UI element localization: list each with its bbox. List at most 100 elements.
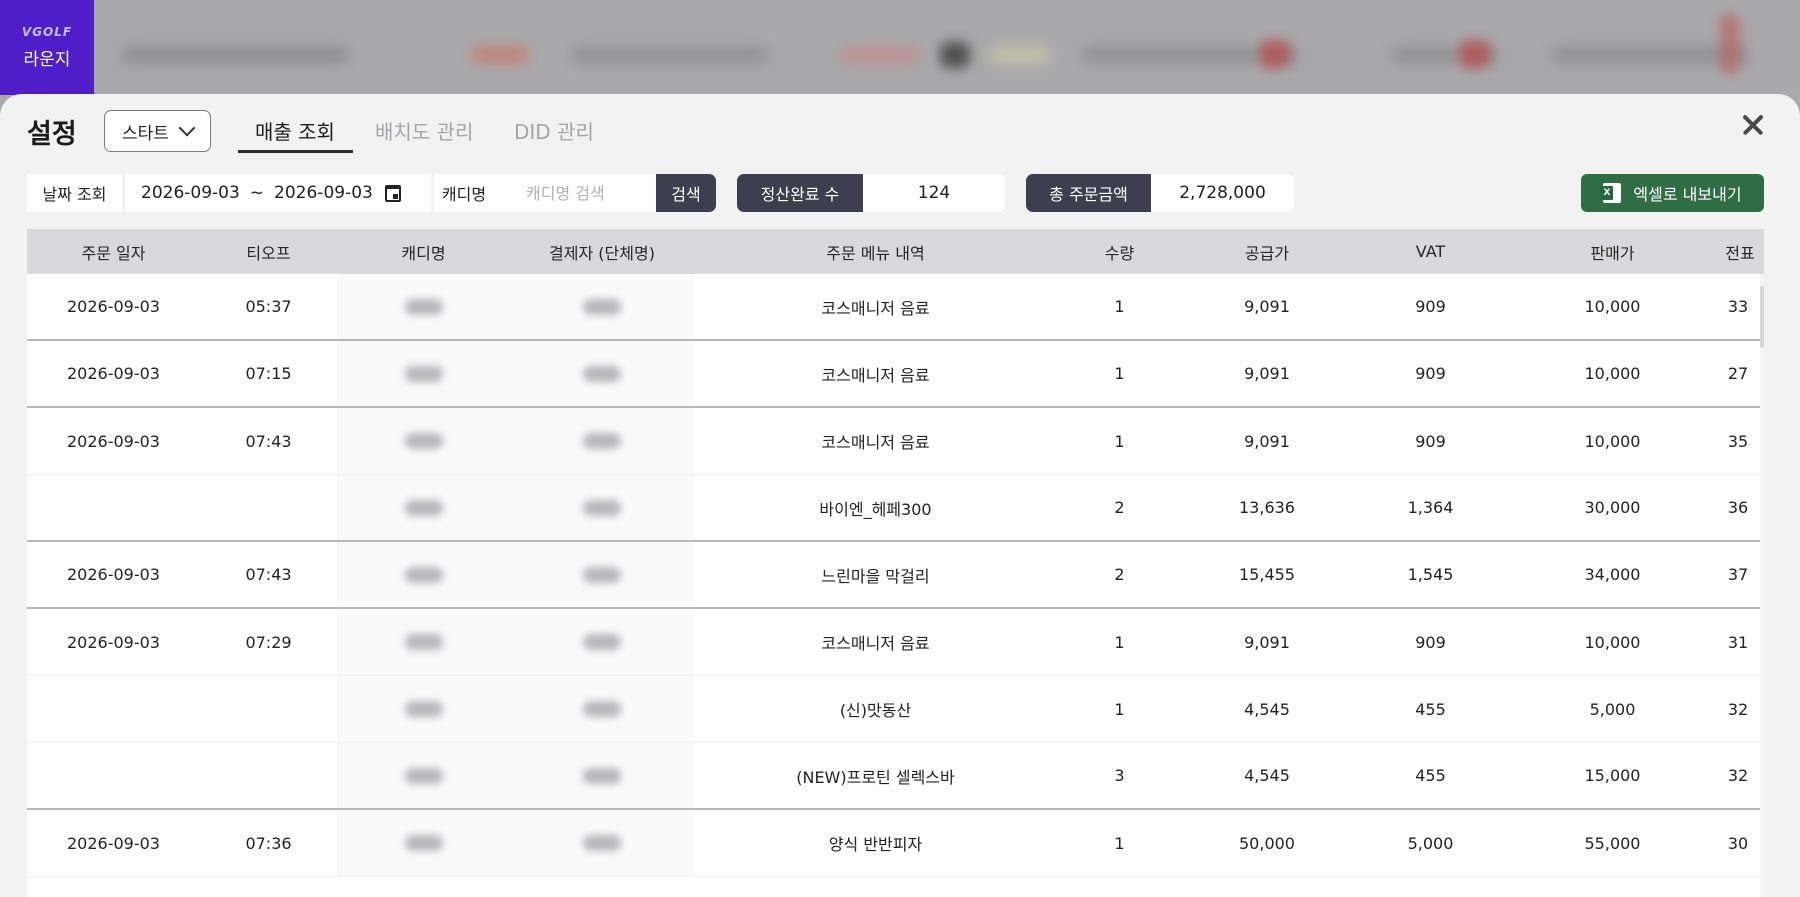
cell-payer [510, 274, 694, 339]
cell-payer [510, 341, 694, 406]
tab-layout[interactable]: 배치도 관리 [375, 116, 473, 145]
active-tab-indicator [238, 150, 353, 153]
cell-qty: 1 [1114, 364, 1125, 383]
scrollbar-thumb[interactable] [1760, 286, 1764, 348]
cell-slip: 33 [1727, 297, 1749, 316]
cell-menu: 바이엔_헤페300 [819, 499, 932, 519]
cell-supply: 4,545 [1244, 766, 1290, 785]
search-button[interactable]: 검색 [656, 174, 716, 212]
brand-name: 라운지 [23, 50, 71, 70]
table-row[interactable]: 2026-09-03 07:15 코스매니저 음료 1 9,091 909 10,000 27 [27, 341, 1760, 408]
cell-qty: 1 [1114, 431, 1125, 451]
cell-slip: 27 [1727, 364, 1749, 383]
cell-order-date [27, 475, 200, 540]
calendar-icon[interactable] [384, 184, 401, 202]
col-teeoff[interactable]: 티오프 [200, 240, 337, 264]
cell-caddie [337, 810, 510, 876]
table-row[interactable]: 2026-09-03 07:43 코스매니저 음료 1 9,091 909 10,000 35 [27, 408, 1760, 475]
date-from: 2026-09-03 [141, 183, 240, 203]
close-icon[interactable] [1738, 110, 1768, 140]
cell-vat: 1,364 [1407, 498, 1454, 517]
redacted-name [583, 634, 621, 650]
settings-modal: 설정 스타트 매출 조회 배치도 관리 DID 관리 날짜 조회 2026-09… [0, 94, 1800, 897]
cell-slip: 37 [1727, 565, 1749, 584]
cell-menu: 코스매니저 음료 [821, 634, 930, 653]
cell-caddie [337, 676, 510, 742]
table-row[interactable]: 2026-09-03 07:43 느린마을 막걸리 2 15,455 1,545 34,00… [27, 542, 1760, 609]
cell-price: 10,000 [1584, 632, 1641, 652]
table-body: 2026-09-03 05:37 코스매니저 음료 1 9,091 909 10,000 33… [27, 274, 1760, 877]
table-scrollbar[interactable] [1760, 274, 1764, 897]
cell-price: 10,000 [1584, 364, 1641, 383]
store-select[interactable]: 스타트 [104, 110, 211, 152]
cell-teeoff [200, 743, 337, 808]
cell-order-date: 2026-09-03 [67, 431, 160, 451]
brand-logo: VGOLF [21, 25, 73, 39]
filter-bar: 날짜 조회 2026-09-03 ~ 2026-09-03 캐디명 검색 정산완… [0, 174, 1800, 214]
total-amount-value: 2,728,000 [1151, 174, 1294, 212]
redacted-name [404, 835, 443, 851]
cell-payer [510, 475, 694, 540]
cell-slip: 31 [1727, 632, 1749, 652]
cell-teeoff: 07:43 [245, 431, 292, 451]
tab-did[interactable]: DID 관리 [514, 116, 594, 145]
cell-caddie [337, 542, 510, 607]
background-app-strip [0, 0, 1800, 95]
col-order-date[interactable]: 주문 일자 [27, 240, 200, 264]
col-caddie[interactable]: 캐디명 [337, 240, 510, 264]
cell-payer [510, 743, 694, 808]
table-row[interactable]: (신)맛동산 1 4,545 455 5,000 32 [27, 676, 1760, 743]
cell-caddie [337, 475, 510, 540]
cell-qty: 1 [1114, 297, 1125, 316]
cell-supply: 9,091 [1244, 632, 1290, 652]
total-amount-label: 총 주문금액 [1026, 174, 1151, 212]
cell-menu: (NEW)프로틴 셀렉스바 [796, 767, 955, 787]
cell-qty: 2 [1114, 498, 1125, 517]
col-supply[interactable]: 공급가 [1182, 240, 1352, 264]
excel-icon: X [1600, 183, 1622, 203]
tab-sales[interactable]: 매출 조회 [255, 116, 335, 145]
cell-price: 10,000 [1584, 297, 1641, 316]
col-price[interactable]: 판매가 [1509, 240, 1716, 264]
cell-price: 5,000 [1589, 699, 1636, 719]
cell-supply: 13,636 [1239, 498, 1295, 517]
cell-order-date: 2026-09-03 [67, 364, 160, 383]
cell-caddie [337, 609, 510, 675]
date-separator: ~ [249, 183, 265, 203]
cell-order-date [27, 743, 200, 808]
completed-count-label: 정산완료 수 [737, 174, 863, 212]
table-row[interactable]: 바이엔_헤페300 2 13,636 1,364 30,000 36 [27, 475, 1760, 542]
cell-caddie [337, 743, 510, 808]
date-to: 2026-09-03 [274, 183, 373, 203]
cell-teeoff [200, 475, 337, 540]
cell-teeoff: 05:37 [245, 297, 292, 316]
cell-qty: 2 [1114, 565, 1125, 584]
table-row[interactable]: (NEW)프로틴 셀렉스바 3 4,545 455 15,000 32 [27, 743, 1760, 810]
cell-order-date [27, 676, 200, 742]
cell-slip: 32 [1727, 766, 1749, 785]
chevron-down-icon [178, 119, 196, 137]
redacted-name [583, 365, 621, 382]
col-menu[interactable]: 주문 메뉴 내역 [694, 240, 1057, 264]
col-vat[interactable]: VAT [1352, 242, 1509, 261]
table-row[interactable]: 2026-09-03 05:37 코스매니저 음료 1 9,091 909 10,000 33 [27, 274, 1760, 341]
table-row[interactable]: 2026-09-03 07:29 코스매니저 음료 1 9,091 909 10,000 31 [27, 609, 1760, 676]
excel-export-button[interactable]: X 엑셀로 내보내기 [1581, 174, 1764, 212]
cell-price: 15,000 [1584, 766, 1641, 785]
brand-tile[interactable]: VGOLF 라운지 [0, 0, 94, 95]
cell-menu: 코스매니저 음료 [821, 365, 930, 385]
col-qty[interactable]: 수량 [1057, 240, 1182, 264]
modal-header: 설정 스타트 매출 조회 배치도 관리 DID 관리 [0, 94, 1800, 160]
cell-teeoff: 07:15 [245, 364, 292, 383]
cell-vat: 909 [1415, 297, 1446, 316]
caddie-search-input[interactable] [494, 174, 656, 212]
redacted-name [404, 433, 443, 449]
col-slip[interactable]: 전표 [1716, 240, 1764, 264]
completed-count-value: 124 [863, 174, 1005, 212]
cell-qty: 1 [1114, 632, 1125, 652]
table-row[interactable]: 2026-09-03 07:36 양식 반반피자 1 50,000 5,000 55,000… [27, 810, 1760, 877]
cell-price: 10,000 [1584, 431, 1641, 451]
redacted-name [404, 566, 443, 583]
date-range-picker[interactable]: 2026-09-03 ~ 2026-09-03 [125, 174, 431, 212]
col-payer[interactable]: 결제자 (단체명) [510, 240, 694, 264]
